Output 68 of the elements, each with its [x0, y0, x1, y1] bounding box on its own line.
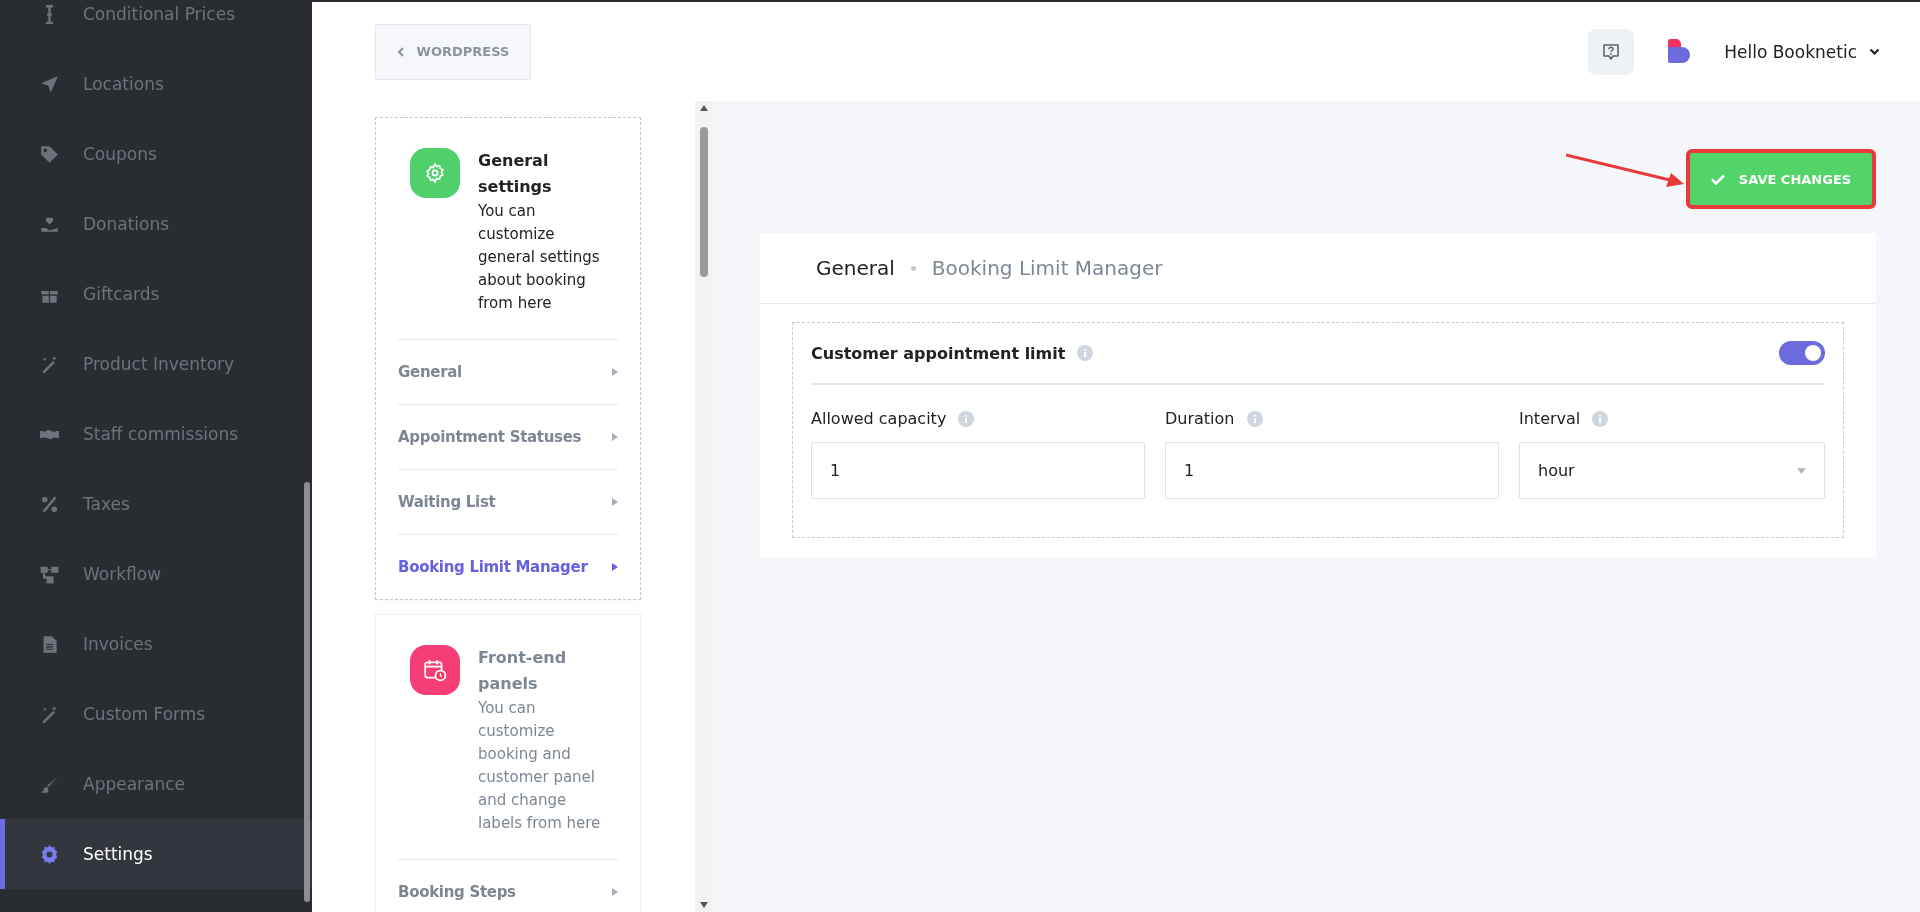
settings-icon: [410, 148, 460, 198]
select-field[interactable]: hour: [1519, 442, 1825, 499]
scroll-up-icon[interactable]: [699, 105, 708, 111]
logo-icon: [1668, 38, 1691, 65]
caret-right-icon: [612, 433, 618, 441]
tag-icon: [40, 144, 59, 164]
input-field[interactable]: 1: [1165, 442, 1499, 499]
field-label: Interval: [1519, 409, 1581, 428]
wand-icon: [40, 354, 59, 374]
breadcrumb-item[interactable]: General: [816, 256, 895, 280]
sidebar-item[interactable]: Workflow: [0, 539, 312, 609]
card-title: General settings: [478, 150, 553, 198]
card-title: Front-end panels: [478, 647, 568, 695]
brush-icon: [40, 774, 59, 794]
sidebar-item[interactable]: Locations: [0, 49, 312, 119]
input-field[interactable]: 1: [811, 442, 1145, 499]
info-icon: [958, 410, 975, 427]
wand-icon: [40, 704, 59, 724]
scroll-down-icon[interactable]: [699, 902, 708, 908]
breadcrumb-separator: [910, 265, 916, 271]
scrollbar[interactable]: [695, 101, 712, 912]
sidebar-item[interactable]: Settings: [0, 819, 312, 889]
breadcrumb-item: Booking Limit Manager: [931, 256, 1163, 280]
sidebar-item[interactable]: Taxes: [0, 469, 312, 539]
scrollbar[interactable]: [304, 482, 310, 902]
sidebar-item[interactable]: Donations: [0, 189, 312, 259]
caret-right-icon: [612, 498, 618, 506]
back-button[interactable]: WORDPRESS: [375, 23, 531, 80]
user-menu[interactable]: Hello Booknetic: [1724, 41, 1880, 62]
sidebar-item[interactable]: Appearance: [0, 749, 312, 819]
info-icon: [1246, 410, 1263, 427]
caret-right-icon: [612, 563, 618, 571]
flow-icon: [40, 564, 59, 584]
settings-icon: [40, 844, 59, 864]
sidebar-item[interactable]: Giftcards: [0, 259, 312, 329]
caret-right-icon: [612, 888, 618, 896]
settings-menu-item[interactable]: Booking Steps: [398, 860, 618, 912]
settings-menu-item[interactable]: General: [398, 340, 618, 405]
settings-menu-item[interactable]: Appointment Statuses: [398, 405, 618, 470]
nav-icon: [40, 74, 59, 94]
card-description: You can customize booking and customer panel and change labels from here: [478, 698, 602, 834]
toggle-switch[interactable]: [1779, 341, 1825, 365]
settings-menu-item[interactable]: Booking Limit Manager: [398, 535, 618, 599]
field-label: Duration: [1165, 409, 1235, 428]
info-icon: [1077, 345, 1094, 361]
help-icon: [1601, 41, 1622, 62]
sidebar-item[interactable]: Coupons: [0, 119, 312, 189]
heart-icon: [40, 214, 59, 234]
percent-icon: [40, 494, 59, 514]
calendar-icon: [410, 645, 460, 695]
sidebar-item[interactable]: Invoices: [0, 609, 312, 679]
sidebar-item[interactable]: Product Inventory: [0, 329, 312, 399]
settings-menu-item[interactable]: Waiting List: [398, 470, 618, 535]
chevron-down-icon: [1869, 47, 1880, 56]
card-description: You can customize general settings about booking from here: [478, 201, 601, 314]
chevron-left-icon: [396, 46, 405, 57]
dropdown-caret-icon: [1797, 467, 1806, 474]
info-icon: [1592, 410, 1609, 427]
check-icon: [1710, 173, 1725, 185]
caret-right-icon: [612, 368, 618, 376]
section-title: Customer appointment limit: [811, 343, 1066, 363]
scrollbar-thumb[interactable]: [699, 127, 708, 277]
help-button[interactable]: [1588, 28, 1635, 75]
save-button[interactable]: SAVE CHANGES: [1686, 149, 1876, 209]
sidebar-item[interactable]: Custom Forms: [0, 679, 312, 749]
field-label: Allowed capacity: [811, 409, 947, 428]
sidebar-item[interactable]: Staff commissions: [0, 399, 312, 469]
sidebar-item[interactable]: Conditional Prices: [0, 2, 312, 49]
